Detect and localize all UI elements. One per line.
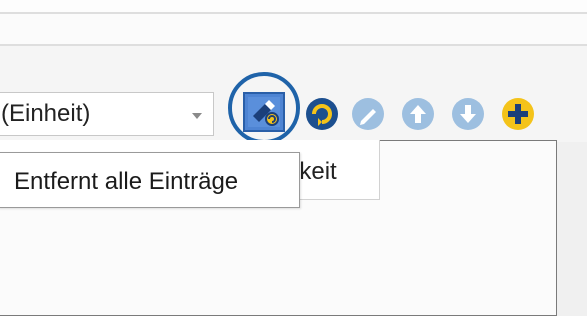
unit-dropdown[interactable]: (Einheit) (0, 92, 214, 136)
window-top-strip (0, 0, 587, 12)
move-up-button[interactable] (400, 96, 436, 132)
top-divider (0, 12, 587, 14)
grid-right-margin (557, 142, 587, 316)
unit-dropdown-value: (Einheit) (1, 100, 91, 127)
refresh-icon (304, 98, 340, 136)
edit-button[interactable] (350, 96, 386, 132)
chevron-down-icon (191, 107, 203, 125)
move-up-icon (400, 98, 436, 136)
clear-entries-button[interactable] (243, 92, 285, 132)
add-icon (500, 98, 536, 136)
add-button[interactable] (500, 96, 536, 132)
move-down-button[interactable] (450, 96, 486, 132)
tooltip-text: Entfernt alle Einträge (14, 168, 239, 195)
edit-pencil-icon (350, 98, 386, 136)
refresh-button[interactable] (304, 96, 340, 132)
move-down-icon (450, 98, 486, 136)
panel-divider (0, 44, 587, 46)
